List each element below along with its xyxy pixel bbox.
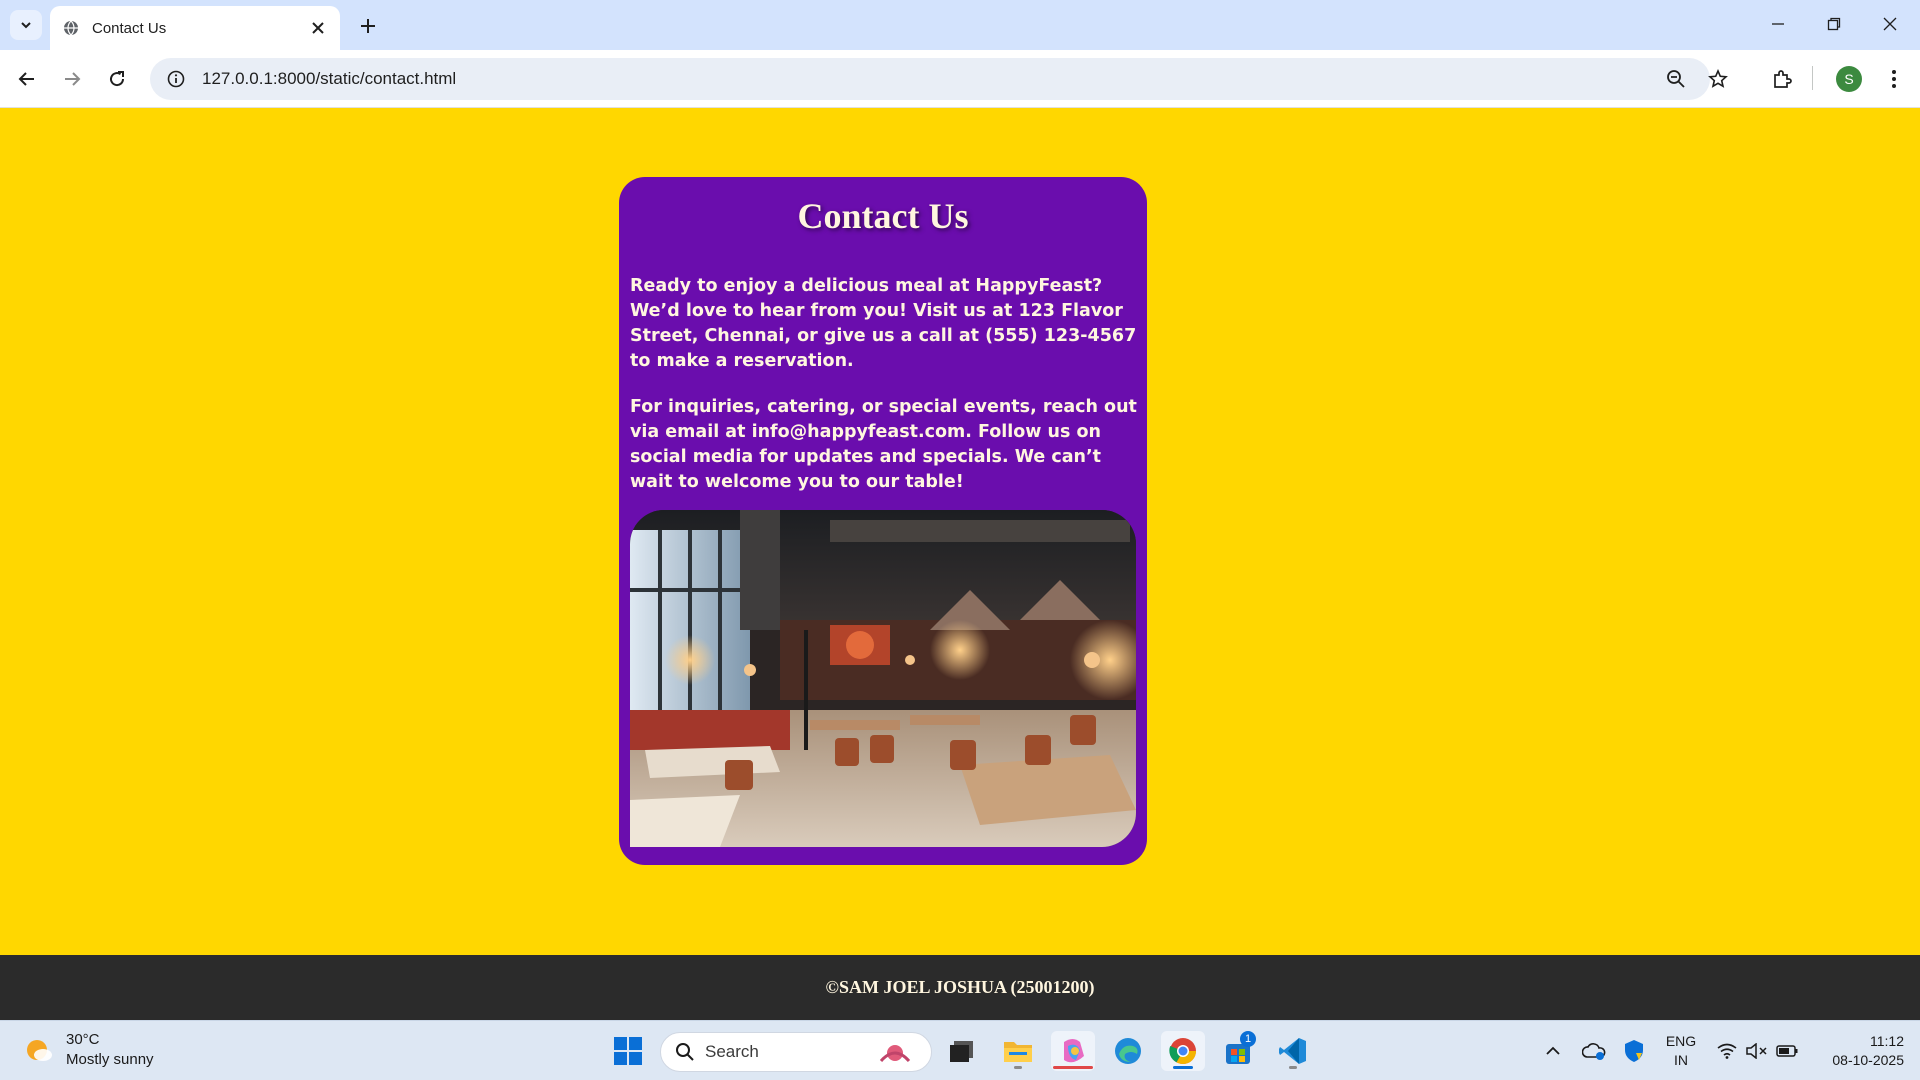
tab-title: Contact Us [92, 19, 167, 37]
back-button[interactable] [11, 63, 43, 95]
chrome-icon [1169, 1038, 1197, 1065]
vscode-icon [1279, 1038, 1306, 1064]
reload-icon [110, 71, 125, 87]
edge-button[interactable] [1106, 1031, 1150, 1071]
taskbar-search[interactable]: Search [660, 1032, 932, 1072]
show-hidden-icons-button[interactable] [1538, 1021, 1568, 1080]
volume-tray[interactable] [1742, 1021, 1772, 1080]
footer-copyright: ©SAM JOEL JOSHUA (25001200) [825, 977, 1095, 997]
clock-date: 08-10-2025 [1832, 1052, 1904, 1068]
url-text: 127.0.0.1:8000/static/contact.html [202, 69, 457, 88]
store-notification-badge: 1 [1240, 1031, 1256, 1047]
bookmark-button[interactable] [1702, 58, 1734, 100]
weather-sun-icon [27, 1040, 52, 1061]
search-icon [676, 1043, 694, 1061]
close-icon [1883, 17, 1897, 31]
weather-temperature: 30°C [66, 1031, 100, 1048]
more-vert-icon [1892, 70, 1896, 88]
chevron-down-icon [21, 22, 31, 29]
browser-tab-active[interactable]: Contact Us [50, 6, 340, 50]
minimize-button[interactable] [1758, 8, 1798, 40]
search-placeholder: Search [705, 1042, 759, 1061]
edge-icon [1115, 1038, 1141, 1064]
wifi-icon [1717, 1043, 1737, 1059]
arrow-right-icon [65, 72, 81, 86]
task-view-button[interactable] [940, 1031, 984, 1071]
arrow-left-icon [18, 72, 34, 86]
star-icon [1708, 69, 1728, 88]
contact-paragraph-2: For inquiries, catering, or special even… [630, 397, 1137, 492]
contact-card: Contact Us Ready to enjoy a delicious me… [619, 177, 1147, 865]
menu-button[interactable] [1878, 58, 1910, 100]
folder-icon [1004, 1042, 1032, 1062]
cloud-icon [1582, 1043, 1606, 1060]
minimize-icon [1772, 23, 1784, 25]
onedrive-tray[interactable] [1578, 1021, 1610, 1080]
windows-logo-icon [614, 1037, 642, 1065]
start-button[interactable] [606, 1031, 650, 1071]
battery-tray[interactable] [1772, 1021, 1802, 1080]
battery-icon [1776, 1045, 1798, 1057]
volume-mute-icon [1746, 1043, 1767, 1059]
address-bar[interactable]: 127.0.0.1:8000/static/contact.html [150, 58, 1710, 100]
restore-button[interactable] [1814, 8, 1854, 40]
vscode-button[interactable] [1271, 1031, 1315, 1071]
copilot-button[interactable] [1051, 1031, 1095, 1071]
close-tab-icon[interactable] [308, 18, 328, 38]
store-button[interactable]: 1 [1216, 1031, 1260, 1071]
plus-icon [361, 19, 375, 33]
profile-avatar[interactable]: S [1836, 66, 1862, 92]
chrome-button[interactable] [1161, 1031, 1205, 1071]
restore-icon [1827, 17, 1841, 31]
file-explorer-button[interactable] [996, 1031, 1040, 1071]
chevron-up-icon [1546, 1046, 1560, 1055]
new-tab-button[interactable] [354, 12, 382, 40]
contact-paragraph-1: Ready to enjoy a delicious meal at Happy… [630, 276, 1137, 371]
weather-widget[interactable]: 30°C Mostly sunny [24, 1030, 154, 1070]
toolbar-divider [1812, 66, 1813, 90]
forward-button[interactable] [56, 63, 88, 95]
wifi-tray[interactable] [1712, 1021, 1742, 1080]
region-code: IN [1674, 1052, 1688, 1068]
weather-description: Mostly sunny [66, 1051, 154, 1068]
search-highlight-icon [879, 1045, 911, 1063]
clock-time: 11:12 [1870, 1033, 1904, 1049]
reload-button[interactable] [101, 63, 133, 95]
clock[interactable]: 11:12 08-10-2025 [1812, 1021, 1904, 1080]
site-info-icon[interactable] [164, 67, 188, 91]
browser-tab-strip: Contact Us [0, 0, 1920, 50]
page-title: Contact Us [797, 196, 969, 236]
copilot-icon [1064, 1039, 1084, 1063]
browser-toolbar: 127.0.0.1:8000/static/contact.html [0, 50, 1920, 108]
language-indicator[interactable]: ENG IN [1658, 1021, 1704, 1080]
extensions-button[interactable] [1766, 58, 1798, 100]
zoom-out-icon [1667, 70, 1685, 88]
close-window-button[interactable] [1870, 8, 1910, 40]
globe-icon [62, 19, 80, 37]
zoom-button[interactable] [1660, 58, 1692, 100]
puzzle-icon [1774, 70, 1792, 88]
task-view-icon [950, 1041, 973, 1062]
page-footer: ©SAM JOEL JOSHUA (25001200) [0, 955, 1920, 1020]
language-code: ENG [1665, 1033, 1697, 1049]
windows-taskbar: 30°C Mostly sunny Search 1 ENG IN 11:12 … [0, 1020, 1920, 1080]
tab-search-button[interactable] [10, 10, 42, 40]
restaurant-interior-image [630, 510, 1136, 847]
shield-icon [1625, 1040, 1643, 1062]
security-tray[interactable] [1618, 1021, 1650, 1080]
page-body: Contact Us Ready to enjoy a delicious me… [0, 108, 1920, 955]
